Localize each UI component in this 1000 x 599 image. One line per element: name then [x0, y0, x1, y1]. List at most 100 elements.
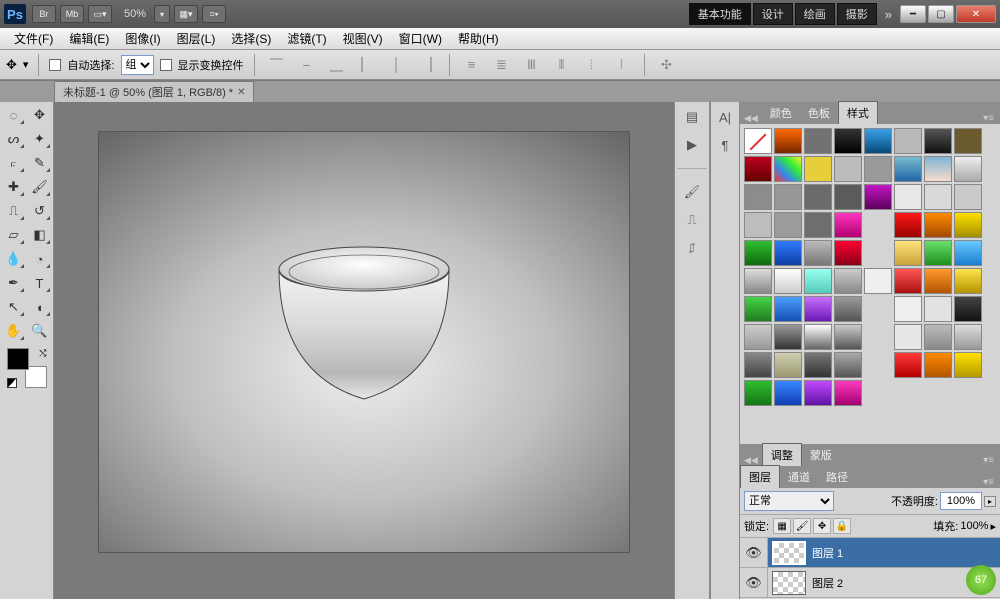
document-canvas[interactable]: [99, 132, 629, 552]
style-swatch[interactable]: [774, 268, 802, 294]
align-hcenter-icon[interactable]: │: [385, 55, 409, 75]
style-swatch[interactable]: [744, 268, 772, 294]
heal-tool[interactable]: ✚: [2, 176, 26, 198]
lasso-tool[interactable]: ᔕ: [2, 128, 26, 150]
workspace-design[interactable]: 设计: [753, 3, 793, 25]
style-swatch[interactable]: [924, 352, 952, 378]
style-swatch[interactable]: [804, 212, 832, 238]
style-swatch[interactable]: [954, 268, 982, 294]
window-maximize[interactable]: ▢: [928, 5, 954, 23]
lock-pixels-icon[interactable]: 🖌: [793, 518, 811, 534]
arrange-button[interactable]: ⌗▾: [202, 5, 226, 23]
visibility-icon[interactable]: 👁: [740, 538, 768, 567]
style-swatch[interactable]: [834, 352, 862, 378]
style-swatch[interactable]: [924, 156, 952, 182]
menu-image[interactable]: 图像(I): [117, 28, 168, 49]
distribute-icon[interactable]: ⦚: [610, 55, 634, 75]
canvas-area[interactable]: [54, 102, 674, 599]
menu-view[interactable]: 视图(V): [335, 28, 391, 49]
align-vcenter-icon[interactable]: ⎯: [295, 55, 319, 75]
style-swatch[interactable]: [744, 156, 772, 182]
distribute-icon[interactable]: ⦀: [550, 55, 574, 75]
style-swatch[interactable]: [954, 240, 982, 266]
style-swatch[interactable]: [774, 352, 802, 378]
character-panel-icon[interactable]: A|: [712, 106, 738, 128]
style-swatch[interactable]: [954, 128, 982, 154]
foreground-color[interactable]: [7, 348, 29, 370]
style-swatch[interactable]: [804, 156, 832, 182]
marquee-tool[interactable]: ◌: [2, 104, 26, 126]
layer-thumbnail[interactable]: [772, 571, 806, 595]
menu-file[interactable]: 文件(F): [6, 28, 61, 49]
layer-row[interactable]: 👁 图层 1: [740, 538, 1000, 568]
style-swatch[interactable]: [924, 184, 952, 210]
move-tool[interactable]: ✥: [28, 104, 52, 126]
clone-panel-icon[interactable]: ⎍: [679, 209, 705, 231]
fill-dropdown[interactable]: ▸: [990, 520, 996, 533]
style-swatch[interactable]: [804, 184, 832, 210]
menu-filter[interactable]: 滤镜(T): [279, 28, 334, 49]
style-swatch[interactable]: [894, 268, 922, 294]
layer-name[interactable]: 图层 1: [810, 545, 843, 561]
style-swatch[interactable]: [834, 268, 862, 294]
menu-edit[interactable]: 编辑(E): [61, 28, 117, 49]
tab-styles[interactable]: 样式: [838, 101, 878, 124]
workspace-painting[interactable]: 绘画: [795, 3, 835, 25]
pen-tool[interactable]: ✒: [2, 272, 26, 294]
zoom-tool[interactable]: 🔍: [28, 320, 52, 342]
lock-all-icon[interactable]: 🔒: [833, 518, 851, 534]
auto-select-checkbox[interactable]: [49, 59, 61, 71]
window-minimize[interactable]: ━: [900, 5, 926, 23]
close-icon[interactable]: ✕: [237, 87, 245, 98]
style-swatch[interactable]: [744, 380, 772, 406]
menu-window[interactable]: 窗口(W): [391, 28, 450, 49]
style-swatch[interactable]: [834, 380, 862, 406]
style-swatch[interactable]: [954, 156, 982, 182]
menu-help[interactable]: 帮助(H): [450, 28, 507, 49]
style-swatch[interactable]: [774, 212, 802, 238]
auto-align-icon[interactable]: ✣: [655, 55, 679, 75]
align-bottom-icon[interactable]: ⎽: [325, 55, 349, 75]
style-swatch[interactable]: [834, 156, 862, 182]
style-swatch[interactable]: [774, 324, 802, 350]
tab-adjust[interactable]: 调整: [762, 443, 802, 466]
hand-tool[interactable]: ✋: [2, 320, 26, 342]
align-left-icon[interactable]: ▏: [355, 55, 379, 75]
style-swatch[interactable]: [804, 324, 832, 350]
stamp-tool[interactable]: ⎍: [2, 200, 26, 222]
style-swatch[interactable]: [894, 128, 922, 154]
style-swatch[interactable]: [774, 240, 802, 266]
view-extras-button[interactable]: ▦▾: [174, 5, 198, 23]
show-transform-checkbox[interactable]: [160, 59, 172, 71]
style-swatch[interactable]: [924, 268, 952, 294]
layer-row[interactable]: 👁 图层 2: [740, 568, 1000, 598]
default-colors-icon[interactable]: [7, 378, 17, 388]
workspace-essentials[interactable]: 基本功能: [689, 3, 751, 25]
tab-paths[interactable]: 路径: [818, 466, 856, 488]
style-swatch[interactable]: [834, 212, 862, 238]
swap-colors-icon[interactable]: ⤭: [39, 348, 46, 359]
style-swatch[interactable]: [894, 296, 922, 322]
tool-presets-icon[interactable]: ⎎: [679, 237, 705, 259]
style-swatch[interactable]: [894, 240, 922, 266]
style-swatch[interactable]: [744, 212, 772, 238]
style-swatch[interactable]: [864, 268, 892, 294]
style-swatch[interactable]: [894, 184, 922, 210]
menu-layer[interactable]: 图层(L): [169, 28, 224, 49]
style-swatch[interactable]: [954, 352, 982, 378]
brush-tool[interactable]: 🖌: [28, 176, 52, 198]
style-swatch[interactable]: [744, 240, 772, 266]
panel-menu-icon[interactable]: ▾≡: [977, 477, 1000, 488]
style-swatch[interactable]: [744, 324, 772, 350]
opacity-dropdown[interactable]: ▸: [984, 496, 996, 507]
style-swatch[interactable]: [804, 268, 832, 294]
style-swatch[interactable]: [954, 212, 982, 238]
layer-thumbnail[interactable]: [772, 541, 806, 565]
style-swatch[interactable]: [774, 296, 802, 322]
zoom-level[interactable]: 50%: [124, 8, 146, 20]
history-brush-tool[interactable]: ↺: [28, 200, 52, 222]
distribute-icon[interactable]: Ⅲ: [520, 55, 544, 75]
auto-select-target[interactable]: 组: [121, 55, 154, 75]
tab-layers[interactable]: 图层: [740, 465, 780, 488]
eraser-tool[interactable]: ▱: [2, 224, 26, 246]
